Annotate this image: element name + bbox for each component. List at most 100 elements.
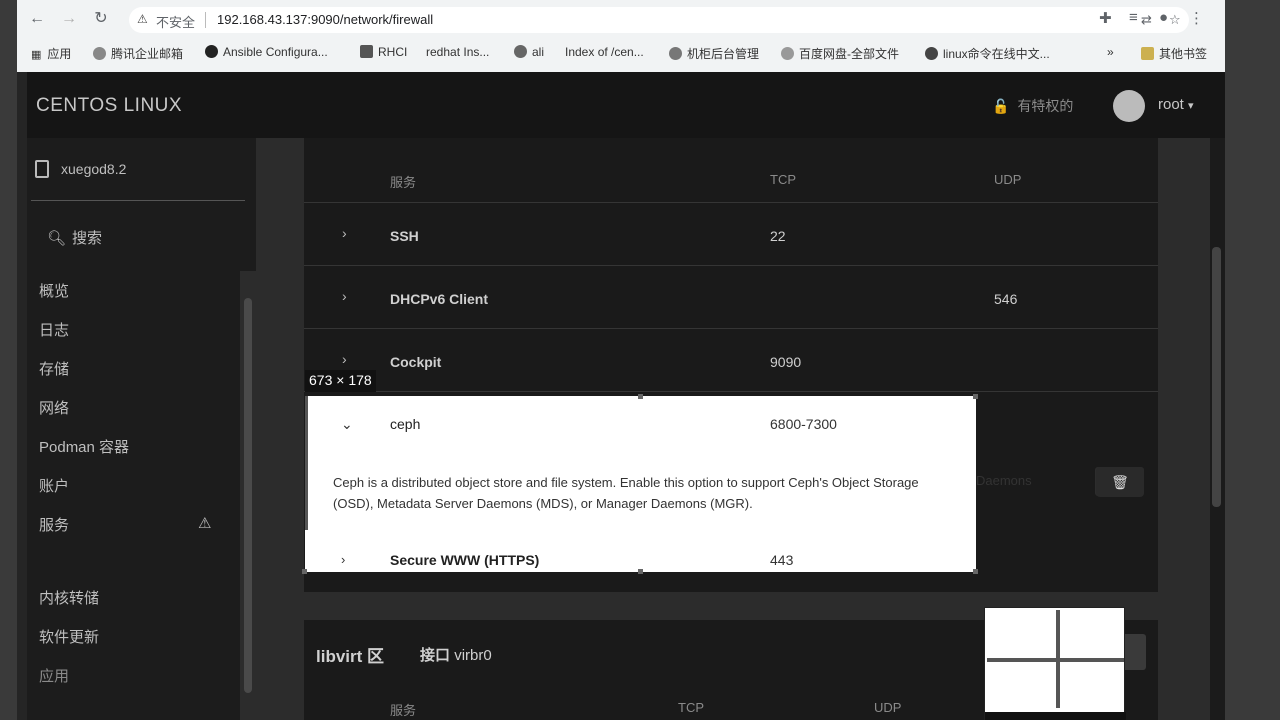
chevron-right-icon[interactable]: › xyxy=(342,225,347,241)
interface-label: 接口 xyxy=(420,647,451,664)
service-name: Secure WWW (HTTPS) xyxy=(390,552,540,568)
resize-handle[interactable] xyxy=(973,569,978,574)
sidebar-item-apps[interactable]: 应用 xyxy=(39,665,69,686)
bookmark-label: ali xyxy=(532,45,545,59)
bookmark-item[interactable]: 百度网盘-全部文件 xyxy=(781,45,899,62)
bookmark-label: 百度网盘-全部文件 xyxy=(799,47,899,61)
udp-ports: 546 xyxy=(994,291,1018,307)
reading-list-icon[interactable]: ≡ xyxy=(1129,9,1138,26)
interface-name: virbr0 xyxy=(454,647,492,664)
magnifier-info-bar xyxy=(985,712,1126,720)
bookmark-item[interactable]: ali xyxy=(514,45,544,59)
folder-icon xyxy=(1141,47,1154,60)
service-name: SSH xyxy=(390,228,419,244)
divider xyxy=(31,200,245,201)
bookmark-label: 机柜后台管理 xyxy=(687,47,760,61)
screen: ← → ↻ ⚠ 不安全 192.168.43.137:9090/network/… xyxy=(0,0,1280,720)
chevron-right-icon[interactable]: › xyxy=(341,552,345,567)
chevron-right-icon[interactable]: › xyxy=(342,351,347,367)
tcp-ports: 443 xyxy=(770,552,794,568)
brand-title: CENTOS LINUX xyxy=(36,95,183,116)
search-icon: 🔍︎ xyxy=(47,230,67,247)
bookmark-item[interactable]: Ansible Configura... xyxy=(205,45,328,59)
host-name: xuegod8.2 xyxy=(61,161,127,177)
sidebar-item-logs[interactable]: 日志 xyxy=(39,319,69,340)
sidebar-item-podman[interactable]: Podman 容器 xyxy=(39,436,129,457)
ansible-icon xyxy=(205,45,218,58)
bookmark-label: 应用 xyxy=(47,47,72,61)
sidebar-item-updates[interactable]: 软件更新 xyxy=(39,626,99,647)
extensions-icon[interactable]: ✚ xyxy=(1099,9,1112,27)
column-header-service[interactable]: 服务 xyxy=(390,700,416,719)
avatar[interactable] xyxy=(1113,90,1145,122)
resize-handle[interactable] xyxy=(638,394,643,399)
resize-handle[interactable] xyxy=(302,569,307,574)
forward-icon[interactable]: → xyxy=(59,9,79,29)
user-menu[interactable]: root ▾ xyxy=(1158,96,1194,113)
divider xyxy=(304,328,1158,329)
service-name: DHCPv6 Client xyxy=(390,291,489,307)
bookmark-item[interactable]: redhat Ins... xyxy=(426,45,489,59)
search-placeholder: 搜索 xyxy=(72,230,103,247)
bookmark-item[interactable]: RHCI xyxy=(360,45,407,59)
column-header-udp[interactable]: UDP xyxy=(874,700,901,715)
bookmark-favicon-icon xyxy=(93,47,106,60)
security-label[interactable]: 不安全 xyxy=(156,12,195,31)
apps-grid-icon: ▦ xyxy=(31,49,42,61)
column-header-tcp[interactable]: TCP xyxy=(678,700,704,715)
sidebar-item-kdump[interactable]: 内核转储 xyxy=(39,587,99,608)
username: root xyxy=(1158,96,1184,113)
chevron-down-icon: ▾ xyxy=(1188,100,1194,112)
linux-icon xyxy=(925,47,938,60)
resize-handle[interactable] xyxy=(973,394,978,399)
privileged-label: 有特权的 xyxy=(1017,98,1074,114)
more-bookmarks-icon[interactable]: » xyxy=(1107,45,1114,59)
description-overflow: Daemons xyxy=(976,473,1032,488)
column-header-service[interactable]: 服务 xyxy=(390,172,416,191)
main-scrollbar-thumb[interactable] xyxy=(1212,247,1221,507)
host-switcher[interactable]: xuegod8.2 xyxy=(35,160,126,178)
selection-region[interactable]: ⌄ ceph 6800-7300 Ceph is a distributed o… xyxy=(305,396,976,572)
resize-handle[interactable] xyxy=(638,569,643,574)
chevron-down-icon[interactable]: ⌄ xyxy=(341,416,353,433)
privileged-toggle[interactable]: 🔓 有特权的 xyxy=(992,96,1073,116)
star-icon[interactable]: ☆ xyxy=(1169,12,1181,28)
sidebar-scrollbar-thumb[interactable] xyxy=(244,298,252,693)
sidebar-item-networking[interactable]: 网络 xyxy=(39,397,69,418)
divider xyxy=(205,12,206,28)
bookmark-item[interactable]: 机柜后台管理 xyxy=(669,45,759,62)
bookmark-item[interactable]: Index of /cen... xyxy=(565,45,644,59)
selection-size-label: 673 × 178 xyxy=(305,370,376,392)
reload-icon[interactable]: ↻ xyxy=(91,9,111,29)
address-bar[interactable]: ⚠ 不安全 192.168.43.137:9090/network/firewa… xyxy=(129,7,1189,33)
profile-icon[interactable]: ● xyxy=(1159,9,1168,26)
bookmark-label: linux命令在线中文... xyxy=(943,47,1050,61)
capture-magnifier xyxy=(984,607,1126,720)
service-name: ceph xyxy=(390,416,421,432)
back-icon[interactable]: ← xyxy=(27,9,47,29)
sidebar-item-storage[interactable]: 存储 xyxy=(39,358,69,379)
url-text[interactable]: 192.168.43.137:9090/network/firewall xyxy=(217,12,433,27)
bookmark-label: redhat Ins... xyxy=(426,45,490,59)
masthead: CENTOS LINUX 🔓 有特权的 root ▾ xyxy=(27,72,1225,138)
bookmark-label: Ansible Configura... xyxy=(223,45,328,59)
column-header-udp[interactable]: UDP xyxy=(994,172,1021,187)
translate-icon[interactable]: ⇄ xyxy=(1141,12,1152,28)
trash-icon[interactable]: 🗑 xyxy=(1096,467,1144,497)
sidebar-item-services[interactable]: 服务 xyxy=(39,514,69,535)
chevron-right-icon[interactable]: › xyxy=(342,288,347,304)
bookmarks-bar: ▦ 应用 腾讯企业邮箱 Ansible Configura... RHCI red… xyxy=(17,38,1225,68)
other-bookmarks[interactable]: 其他书签 xyxy=(1141,45,1207,62)
bookmark-favicon-icon xyxy=(669,47,682,60)
search-input[interactable]: 🔍︎ 搜索 xyxy=(47,227,102,248)
bookmark-item[interactable]: linux命令在线中文... xyxy=(925,45,1050,62)
sidebar-item-overview[interactable]: 概览 xyxy=(39,280,69,301)
bookmark-apps[interactable]: ▦ 应用 xyxy=(31,45,71,62)
tcp-ports: 6800-7300 xyxy=(770,416,837,432)
sidebar-item-accounts[interactable]: 账户 xyxy=(39,475,69,496)
bookmark-item[interactable]: 腾讯企业邮箱 xyxy=(93,45,183,62)
column-header-tcp[interactable]: TCP xyxy=(770,172,796,187)
selection-edge xyxy=(305,396,308,530)
menu-icon[interactable]: ⋮ xyxy=(1189,9,1204,27)
crosshair-vertical xyxy=(1056,610,1060,708)
